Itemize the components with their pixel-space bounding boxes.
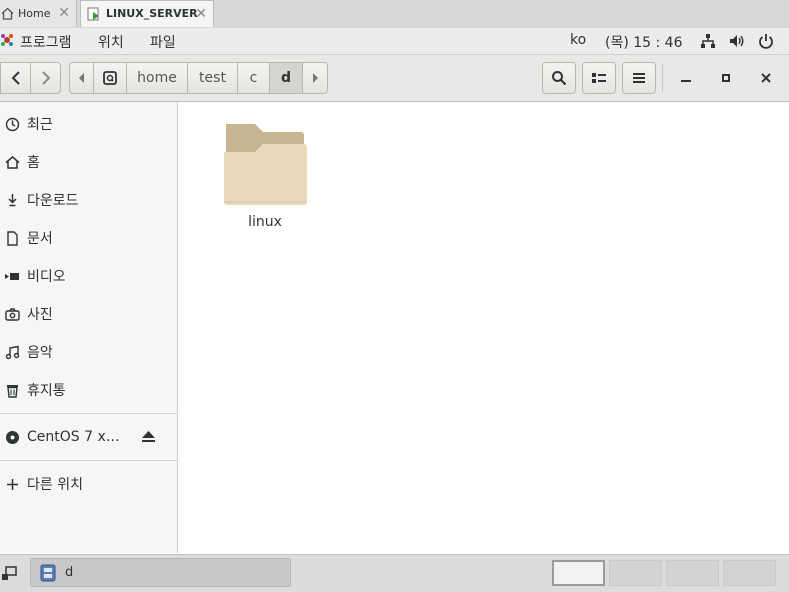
close-icon[interactable]: ✕ [58, 5, 70, 21]
power-icon[interactable] [758, 33, 774, 53]
input-method-indicator[interactable]: ko [570, 32, 586, 48]
places-menu[interactable]: 위치 [98, 32, 124, 52]
hamburger-icon [633, 73, 645, 83]
drive-icon [103, 71, 117, 85]
tab-home[interactable]: Home ✕ [0, 0, 77, 27]
sidebar-item-label: 음악 [27, 345, 53, 361]
sidebar-item-label: 다운로드 [27, 193, 79, 209]
sidebar-item-music[interactable]: 음악 [0, 333, 177, 371]
path-segment-home[interactable]: home [126, 62, 188, 94]
chevron-right-icon [41, 71, 50, 85]
tab-home-label: Home [18, 7, 51, 20]
file-item-label: linux [248, 214, 282, 230]
sidebar-item-label: CentOS 7 x… [27, 429, 120, 445]
plus-icon [4, 476, 20, 492]
forward-button[interactable] [30, 62, 61, 94]
path-scroll-right-button[interactable] [302, 62, 328, 94]
sidebar-separator [0, 460, 177, 461]
document-icon [4, 230, 20, 246]
close-icon [761, 73, 771, 83]
show-desktop-button[interactable] [0, 565, 18, 583]
minimize-button[interactable] [674, 68, 698, 88]
clock[interactable]: (목) 15 : 46 [605, 32, 683, 52]
workspace-1[interactable] [552, 560, 605, 586]
path-scroll-left-button[interactable] [69, 62, 94, 94]
close-button[interactable] [754, 68, 778, 88]
file-item-folder[interactable]: linux [218, 120, 312, 232]
video-icon [4, 268, 20, 284]
header-bar: home test c d [0, 55, 789, 102]
taskbar-window-label: d [65, 565, 74, 580]
menu-button[interactable] [622, 62, 656, 94]
minimize-icon [681, 80, 691, 82]
sidebar-item-label: 사진 [27, 307, 53, 323]
volume-icon[interactable] [729, 33, 745, 53]
vm-icon [87, 7, 101, 24]
sidebar-item-label: 비디오 [27, 269, 66, 285]
sidebar-item-home[interactable]: 홈 [0, 143, 177, 181]
caret-right-icon [313, 73, 318, 83]
maximize-button[interactable] [714, 68, 738, 88]
sidebar-item-other-locations[interactable]: 다른 위치 [0, 465, 177, 503]
disc-icon [4, 429, 20, 445]
tab-bar: Home ✕ LINUX_SERVER ✕ [0, 0, 789, 29]
sidebar-item-documents[interactable]: 문서 [0, 219, 177, 257]
file-manager-icon [39, 564, 57, 586]
search-icon [552, 71, 567, 86]
tab-linux-server[interactable]: LINUX_SERVER ✕ [80, 0, 214, 27]
caret-left-icon [78, 73, 84, 83]
workspace-4[interactable] [723, 560, 776, 586]
search-button[interactable] [542, 62, 576, 94]
path-segment-d[interactable]: d [269, 62, 303, 94]
sidebar-item-label: 홈 [27, 155, 40, 171]
files-menu[interactable]: 파일 [150, 32, 176, 52]
maximize-icon [722, 74, 730, 82]
network-icon[interactable] [700, 33, 716, 53]
workspace-3[interactable] [666, 560, 719, 586]
back-button[interactable] [0, 62, 31, 94]
sidebar-item-label: 최근 [27, 117, 53, 133]
chevron-left-icon [11, 71, 20, 85]
sidebar-item-downloads[interactable]: 다운로드 [0, 181, 177, 219]
taskbar-window-button[interactable]: d [30, 558, 291, 587]
sidebar-item-videos[interactable]: 비디오 [0, 257, 177, 295]
sidebar-separator [0, 413, 177, 414]
sidebar-item-recent[interactable]: 최근 [0, 105, 177, 143]
sidebar-item-device[interactable]: CentOS 7 x… [0, 418, 177, 456]
clock-icon [4, 116, 20, 132]
music-icon [4, 344, 20, 360]
sidebar-item-label: 다른 위치 [27, 477, 83, 493]
file-view: linux [178, 102, 789, 553]
workspace-2[interactable] [609, 560, 662, 586]
tab-linux-server-label: LINUX_SERVER [106, 7, 198, 20]
path-root-button[interactable] [93, 62, 127, 94]
view-mode-button[interactable] [582, 62, 616, 94]
trash-icon [4, 382, 20, 398]
desktop-icon [2, 566, 17, 580]
camera-icon [4, 306, 20, 322]
sidebar-item-pictures[interactable]: 사진 [0, 295, 177, 333]
window-list-bar: d [0, 554, 789, 592]
eject-icon[interactable] [141, 430, 156, 447]
sidebar-item-label: 문서 [27, 231, 53, 247]
path-segment-test[interactable]: test [187, 62, 238, 94]
applications-menu[interactable]: 프로그램 [20, 32, 72, 52]
sidebar-item-trash[interactable]: 휴지통 [0, 371, 177, 409]
sidebar: 최근 홈 다운로드 문서 비디오 사진 음악 휴지통 CentOS 7 x… 다… [0, 102, 178, 553]
path-segment-c[interactable]: c [237, 62, 270, 94]
folder-icon [224, 124, 307, 205]
download-icon [4, 192, 20, 208]
sidebar-item-label: 휴지통 [27, 383, 66, 399]
list-view-icon [592, 73, 606, 83]
applications-icon [0, 33, 14, 51]
home-icon [1, 7, 14, 23]
close-icon[interactable]: ✕ [195, 6, 207, 22]
header-separator [662, 64, 663, 92]
home-icon [4, 154, 20, 170]
gnome-top-bar: 프로그램 위치 파일 ko (목) 15 : 46 [0, 28, 789, 55]
